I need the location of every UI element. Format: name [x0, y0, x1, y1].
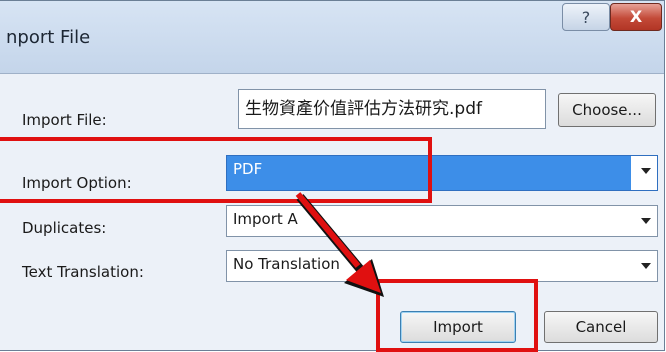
- annotation-arrow-overlay: [295, 192, 384, 297]
- import-file-dialog: nport File ? X Import File: 生物資產价值評估方法研究…: [0, 0, 665, 352]
- annotation-arrow: [295, 192, 361, 268]
